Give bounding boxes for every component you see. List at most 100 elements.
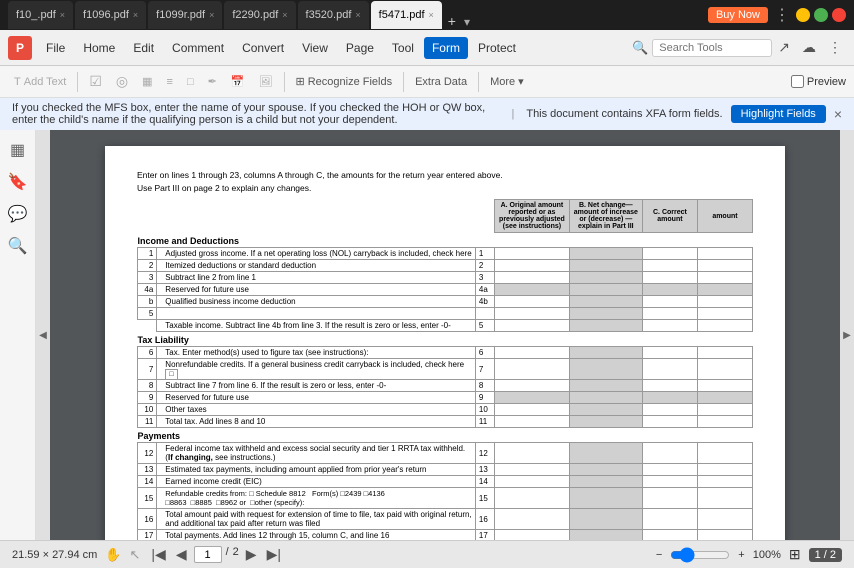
table-row: b Qualified business income deduction 4b: [138, 296, 753, 308]
menu-convert[interactable]: Convert: [234, 37, 292, 59]
next-page-button[interactable]: ▶: [243, 546, 260, 563]
close-button[interactable]: [832, 8, 846, 22]
tab-close-icon[interactable]: ×: [355, 10, 360, 20]
tab-f3520[interactable]: f3520.pdf ×: [298, 1, 369, 29]
table-row: 8 Subtract line 7 from line 6. If the re…: [138, 380, 753, 392]
tab-close-icon[interactable]: ×: [60, 10, 65, 20]
col-b-header: B. Net change—amount of increase or (dec…: [569, 200, 642, 233]
menu-comment[interactable]: Comment: [164, 37, 232, 59]
table-row: 14 Earned income credit (EIC) 14: [138, 476, 753, 488]
notification-text: If you checked the MFS box, enter the na…: [12, 102, 499, 126]
table-row: 5: [138, 308, 753, 320]
prev-page-button[interactable]: ◀: [173, 546, 190, 563]
tab-f1096[interactable]: f1096.pdf ×: [75, 1, 146, 29]
expand-right-icon: ▶: [843, 330, 851, 341]
hand-tool-icon[interactable]: ✋: [105, 547, 121, 563]
tab-add-button[interactable]: +: [444, 13, 460, 29]
tab-close-icon[interactable]: ×: [429, 10, 434, 20]
zoom-out-icon[interactable]: −: [656, 549, 662, 561]
table-row: 11 Total tax. Add lines 8 and 10 11: [138, 416, 753, 428]
toolbar-right: Preview: [791, 75, 846, 88]
cloud-icon[interactable]: ☁: [798, 37, 820, 58]
checkbox-icon: ☑: [83, 70, 108, 93]
more-button[interactable]: More ▾: [484, 72, 530, 91]
add-text-icon: T: [14, 76, 21, 88]
instruction-1: Enter on lines 1 through 23, columns A t…: [137, 170, 753, 180]
search-glass-icon: 🔍: [632, 40, 648, 56]
last-page-button[interactable]: ▶|: [264, 546, 284, 563]
total-pages: 2: [233, 546, 239, 563]
table-row: 13 Estimated tax payments, including amo…: [138, 464, 753, 476]
date-icon: 📅: [225, 72, 251, 91]
highlight-fields-button[interactable]: Highlight Fields: [731, 105, 826, 123]
notification-close-icon[interactable]: ×: [834, 106, 842, 122]
list-icon: ≡: [161, 73, 179, 91]
table-row: 10 Other taxes 10: [138, 404, 753, 416]
toolbar-separator: [77, 72, 78, 92]
recognize-fields-button[interactable]: ⊞ Recognize Fields: [290, 72, 399, 91]
preview-checkbox-label[interactable]: Preview: [791, 75, 846, 88]
menu-file[interactable]: File: [38, 37, 73, 59]
tab-close-icon[interactable]: ×: [282, 10, 287, 20]
title-bar: f10_.pdf × f1096.pdf × f1099r.pdf × f229…: [0, 0, 854, 30]
tab-f5471[interactable]: f5471.pdf ×: [371, 1, 442, 29]
instruction-2: Use Part III on page 2 to explain any ch…: [137, 183, 753, 193]
toolbar: T Add Text ☑ ◎ ▦ ≡ □ ✒ 📅 🖼 ⊞ Recognize F…: [0, 66, 854, 98]
tab-f2290[interactable]: f2290.pdf ×: [224, 1, 295, 29]
window-controls: [796, 8, 846, 22]
tax-section-header: Tax Liability: [138, 332, 753, 347]
menu-tool[interactable]: Tool: [384, 37, 422, 59]
tab-overflow-icon[interactable]: ▾: [464, 15, 470, 29]
more-chevron-icon: ▾: [518, 75, 524, 88]
thumbnails-icon[interactable]: ▦: [6, 138, 30, 162]
tab-f10[interactable]: f10_.pdf ×: [8, 1, 73, 29]
combo-icon: ▦: [136, 72, 158, 91]
notification-bar: If you checked the MFS box, enter the na…: [0, 98, 854, 130]
toolbar-separator-2: [284, 72, 285, 92]
overflow-icon[interactable]: ⋮: [824, 37, 846, 58]
income-section-header: Income and Deductions: [138, 233, 753, 248]
menu-home[interactable]: Home: [75, 37, 123, 59]
zoom-slider[interactable]: [670, 547, 730, 563]
tab-close-icon[interactable]: ×: [209, 10, 214, 20]
comments-icon[interactable]: 💬: [6, 202, 30, 226]
xfa-notice: This document contains XFA form fields.: [526, 108, 722, 120]
zoom-in-icon[interactable]: +: [738, 549, 744, 561]
table-row: Taxable income. Subtract line 4b from li…: [138, 320, 753, 332]
extra-data-button[interactable]: Extra Data: [409, 73, 473, 91]
share-icon[interactable]: ⋮: [774, 5, 790, 25]
menu-view[interactable]: View: [294, 37, 336, 59]
bookmarks-icon[interactable]: 🔖: [6, 170, 30, 194]
table-row: 17 Total payments. Add lines 12 through …: [138, 530, 753, 541]
maximize-button[interactable]: [814, 8, 828, 22]
tab-f1099r[interactable]: f1099r.pdf ×: [148, 1, 222, 29]
search-input[interactable]: [652, 39, 772, 57]
table-row: 2 Itemized deductions or standard deduct…: [138, 260, 753, 272]
add-text-button[interactable]: T Add Text: [8, 73, 72, 91]
share-icon[interactable]: ↗: [774, 37, 794, 58]
menu-page[interactable]: Page: [338, 37, 382, 59]
menu-protect[interactable]: Protect: [470, 37, 524, 59]
pdf-area[interactable]: Enter on lines 1 through 23, columns A t…: [50, 130, 840, 540]
collapse-right-button[interactable]: ▶: [840, 130, 854, 540]
minimize-button[interactable]: [796, 8, 810, 22]
left-sidebar: ▦ 🔖 💬 🔍: [0, 130, 36, 540]
pdf-page: Enter on lines 1 through 23, columns A t…: [105, 146, 785, 540]
menu-form[interactable]: Form: [424, 37, 468, 59]
table-row: 16 Total amount paid with request for ex…: [138, 509, 753, 530]
payments-section-header: Payments: [138, 428, 753, 443]
menu-search-area: 🔍: [632, 39, 772, 57]
page-indicator-badge: 1 / 2: [809, 548, 842, 562]
search-sidebar-icon[interactable]: 🔍: [6, 234, 30, 258]
collapse-left-button[interactable]: ◀: [36, 130, 50, 540]
buy-now-button[interactable]: Buy Now: [708, 7, 768, 23]
first-page-button[interactable]: |◀: [148, 546, 168, 563]
menu-edit[interactable]: Edit: [125, 37, 162, 59]
fit-page-icon[interactable]: ⊞: [789, 546, 801, 563]
main-layout: ▦ 🔖 💬 🔍 ◀ Enter on lines 1 through 23, c…: [0, 130, 854, 540]
preview-checkbox[interactable]: [791, 75, 804, 88]
zoom-percentage: 100%: [753, 549, 781, 561]
cursor-icon[interactable]: ↖: [130, 547, 141, 563]
page-number-input[interactable]: [194, 546, 222, 563]
tab-close-icon[interactable]: ×: [133, 10, 138, 20]
